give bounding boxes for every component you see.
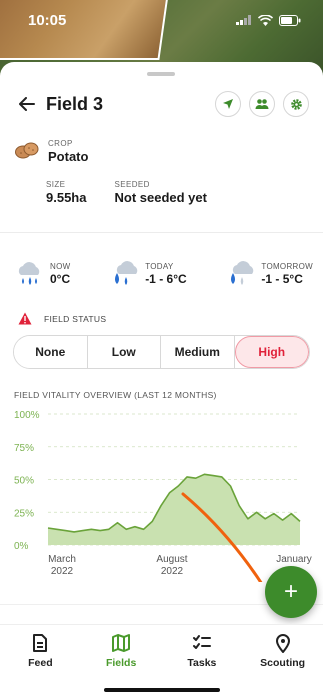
x-tick-label: 2022 (51, 566, 74, 577)
sheet-grabber[interactable] (147, 72, 175, 76)
size-value: 9.55ha (46, 190, 87, 205)
status-icons (236, 14, 301, 26)
seeded-value: Not seeded yet (114, 190, 207, 205)
checklist-icon (192, 635, 211, 649)
vitality-area (48, 474, 300, 545)
seeded-label: SEEDED (114, 180, 150, 189)
rain-cloud-icon (231, 261, 254, 285)
field-detail-sheet: Field 3 CROP Potato SIZE 9.55ha SEEDED N… (0, 62, 323, 700)
weather-value: -1 - 6°C (145, 272, 187, 286)
members-button[interactable] (249, 91, 275, 117)
location-pin-icon (275, 634, 290, 653)
gear-icon (290, 98, 302, 110)
crop-label: CROP (48, 138, 73, 148)
map-icon (112, 634, 131, 652)
weather-value: 0°C (50, 272, 71, 286)
navigation-arrow-icon (223, 99, 233, 109)
vitality-chart: 100%75%50%25%0%March2022August2022Januar… (14, 410, 312, 582)
tab-label: Feed (28, 657, 53, 669)
add-fab-button[interactable]: + (265, 566, 317, 618)
arrow-left-icon (19, 97, 35, 111)
crop-value: Potato (48, 148, 89, 164)
people-icon (255, 99, 269, 109)
tab-scouting[interactable]: Scouting (242, 625, 323, 700)
home-indicator (104, 688, 220, 692)
settings-button[interactable] (283, 91, 309, 117)
weather-now: NOW 0°C (14, 260, 70, 288)
x-tick-label: August (156, 554, 187, 565)
x-tick-label: January (276, 554, 312, 565)
y-tick-label: 75% (14, 443, 34, 454)
crop-info: CROP Potato (14, 138, 88, 164)
rain-cloud-icon (18, 262, 40, 285)
status-option-low[interactable]: Low (87, 336, 161, 368)
status-option-medium[interactable]: Medium (161, 336, 235, 368)
y-tick-label: 100% (14, 410, 40, 421)
weather-tomorrow: TOMORROW -1 - 5°C (225, 260, 313, 288)
status-option-high[interactable]: High (234, 336, 309, 368)
size-stat: SIZE 9.55ha (46, 180, 86, 205)
field-status-selector: None Low Medium High (13, 335, 310, 369)
x-tick-label: 2022 (161, 566, 184, 577)
navigate-button[interactable] (215, 91, 241, 117)
wifi-icon (258, 14, 273, 26)
field-status-label: FIELD STATUS (44, 313, 107, 324)
x-tick-label: March (48, 554, 76, 565)
weather-label: TODAY (145, 262, 174, 271)
status-option-none[interactable]: None (14, 336, 88, 368)
field-status-header: FIELD STATUS (18, 312, 106, 325)
weather-value: -1 - 5°C (261, 272, 303, 286)
weather-label: NOW (50, 262, 71, 271)
battery-icon (279, 14, 301, 26)
status-bar: 10:05 (0, 0, 323, 40)
plus-icon: + (283, 578, 298, 605)
warning-icon (18, 312, 32, 325)
header-actions (215, 91, 309, 117)
y-tick-label: 25% (14, 508, 34, 519)
back-button[interactable] (16, 93, 38, 115)
tab-label: Scouting (260, 657, 306, 669)
size-label: SIZE (46, 180, 66, 189)
y-tick-label: 0% (14, 541, 29, 552)
vitality-title: FIELD VITALITY OVERVIEW (LAST 12 MONTHS) (14, 390, 217, 400)
weather-row: NOW 0°C TODAY -1 - 6°C TOMORROW -1 - 5°C (14, 260, 313, 288)
header: Field 3 (16, 90, 309, 118)
field-stats: SIZE 9.55ha SEEDED Not seeded yet (46, 180, 207, 205)
seeded-stat: SEEDED Not seeded yet (114, 180, 206, 205)
weather-today: TODAY -1 - 6°C (109, 260, 187, 288)
weather-label: TOMORROW (261, 262, 313, 271)
y-tick-label: 50% (14, 476, 34, 487)
tab-label: Tasks (187, 657, 217, 669)
tab-feed[interactable]: Feed (0, 625, 81, 700)
status-time: 10:05 (28, 11, 67, 29)
document-icon (33, 634, 48, 652)
rain-cloud-icon (115, 261, 138, 285)
tab-label: Fields (105, 657, 137, 669)
divider (0, 232, 323, 233)
potato-icon (15, 142, 39, 159)
signal-icon (236, 15, 251, 25)
page-title: Field 3 (46, 93, 104, 114)
